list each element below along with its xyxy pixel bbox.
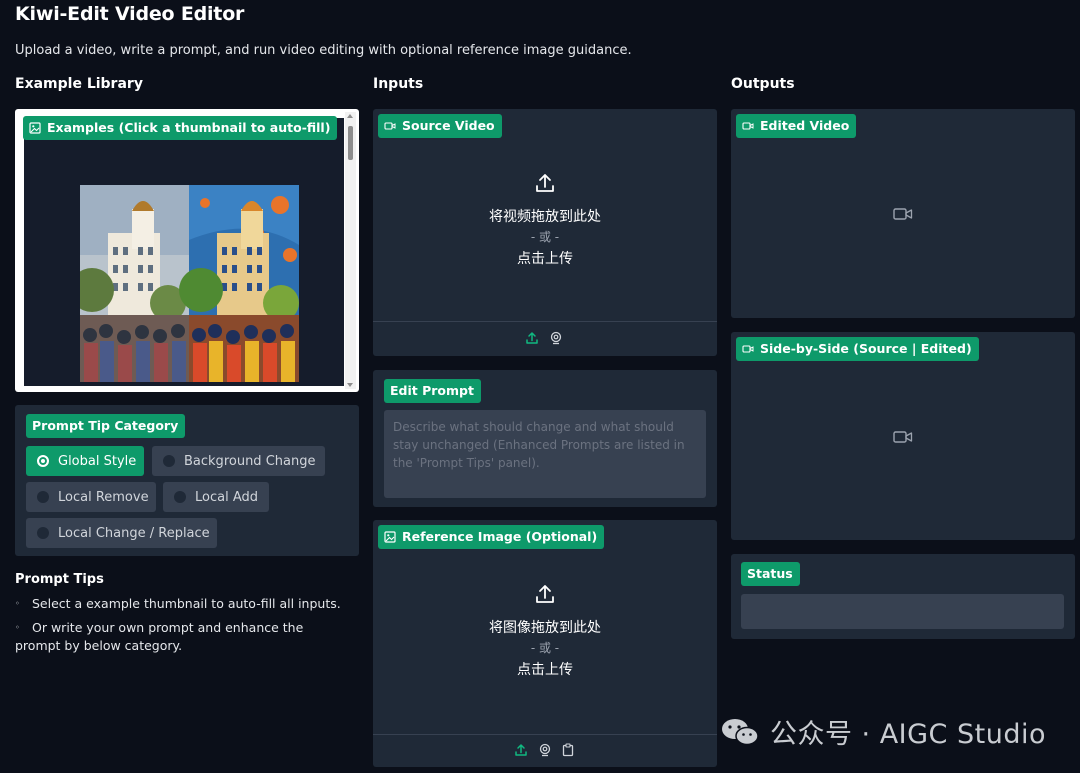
dropzone-or: - 或 - [530, 230, 560, 244]
image-icon [29, 122, 41, 134]
example-thumbnail[interactable] [80, 185, 299, 382]
video-icon [742, 345, 754, 353]
video-icon [384, 122, 396, 130]
edit-prompt-textarea[interactable]: Describe what should change and what sho… [384, 410, 706, 498]
prompt-tips-heading: Prompt Tips [15, 572, 104, 587]
reference-image-label: Reference Image (Optional) [378, 525, 605, 549]
prompt-category-label: Prompt Tip Category [26, 414, 186, 438]
tip-item: ◦ Select a example thumbnail to auto-fill… [15, 596, 341, 611]
dropzone-click: 点击上传 [517, 251, 573, 267]
reference-image-panel: Reference Image (Optional) 将图像拖放到此处 - 或 … [373, 520, 717, 767]
side-by-side-label: Side-by-Side (Source | Edited) [736, 337, 979, 361]
examples-scrollbar[interactable] [345, 112, 356, 389]
app-subtitle: Upload a video, write a prompt, and run … [15, 43, 632, 58]
radio-background-change[interactable]: Background Change [152, 446, 325, 476]
example-library-heading: Example Library [15, 76, 143, 92]
edit-prompt-panel: Edit Prompt Describe what should change … [373, 370, 717, 507]
source-video-dropzone[interactable]: 将视频拖放到此处 - 或 - 点击上传 [373, 139, 717, 319]
video-placeholder-icon [893, 431, 913, 443]
outputs-heading: Outputs [731, 76, 795, 92]
video-icon [742, 122, 754, 130]
dropzone-text: 将视频拖放到此处 [489, 209, 601, 225]
status-panel: Status [731, 554, 1075, 639]
wechat-icon [721, 718, 759, 745]
inputs-heading: Inputs [373, 76, 424, 92]
examples-label: Examples (Click a thumbnail to auto-fill… [23, 116, 338, 140]
upload-icon[interactable] [514, 743, 528, 757]
bullet-icon: ◦ [15, 623, 20, 632]
radio-dot [174, 491, 186, 503]
radio-dot [37, 491, 49, 503]
status-label: Status [741, 562, 800, 586]
radio-local-add[interactable]: Local Add [163, 482, 269, 512]
radio-local-remove[interactable]: Local Remove [26, 482, 156, 512]
upload-icon [373, 583, 717, 609]
radio-dot [163, 455, 175, 467]
scroll-down-arrow[interactable] [347, 383, 353, 387]
dropzone-or: - 或 - [530, 641, 560, 655]
example-thumbnail-image [80, 185, 299, 382]
radio-dot [37, 455, 49, 467]
examples-gallery: Examples (Click a thumbnail to auto-fill… [15, 109, 359, 392]
webcam-icon[interactable] [549, 331, 563, 345]
clipboard-icon[interactable] [561, 743, 575, 757]
radio-local-change-replace[interactable]: Local Change / Replace [26, 518, 217, 548]
upload-icon [373, 172, 717, 198]
app-title: Kiwi-Edit Video Editor [15, 3, 245, 25]
radio-dot [37, 527, 49, 539]
upload-icon[interactable] [525, 331, 539, 345]
bullet-icon: ◦ [15, 599, 20, 608]
edited-video-panel: Edited Video [731, 109, 1075, 318]
scroll-thumb[interactable] [348, 126, 353, 160]
scroll-up-arrow[interactable] [347, 114, 353, 118]
prompt-category-panel: Prompt Tip Category Global Style Backgro… [15, 405, 359, 556]
source-video-panel: Source Video 将视频拖放到此处 - 或 - 点击上传 [373, 109, 717, 356]
watermark: 公众号 · AIGC Studio [720, 712, 1046, 751]
reference-image-dropzone[interactable]: 将图像拖放到此处 - 或 - 点击上传 [373, 550, 717, 730]
radio-global-style[interactable]: Global Style [26, 446, 144, 476]
tip-item: ◦ Or write your own prompt and enhance th… [15, 619, 325, 655]
source-video-label: Source Video [378, 114, 502, 138]
dropzone-text: 将图像拖放到此处 [489, 620, 601, 636]
status-field[interactable] [741, 594, 1064, 629]
image-icon [384, 531, 396, 543]
side-by-side-panel: Side-by-Side (Source | Edited) [731, 332, 1075, 540]
dropzone-click: 点击上传 [517, 662, 573, 678]
edit-prompt-label: Edit Prompt [384, 379, 481, 403]
video-placeholder-icon [893, 208, 913, 220]
webcam-icon[interactable] [538, 743, 552, 757]
edited-video-label: Edited Video [736, 114, 857, 138]
